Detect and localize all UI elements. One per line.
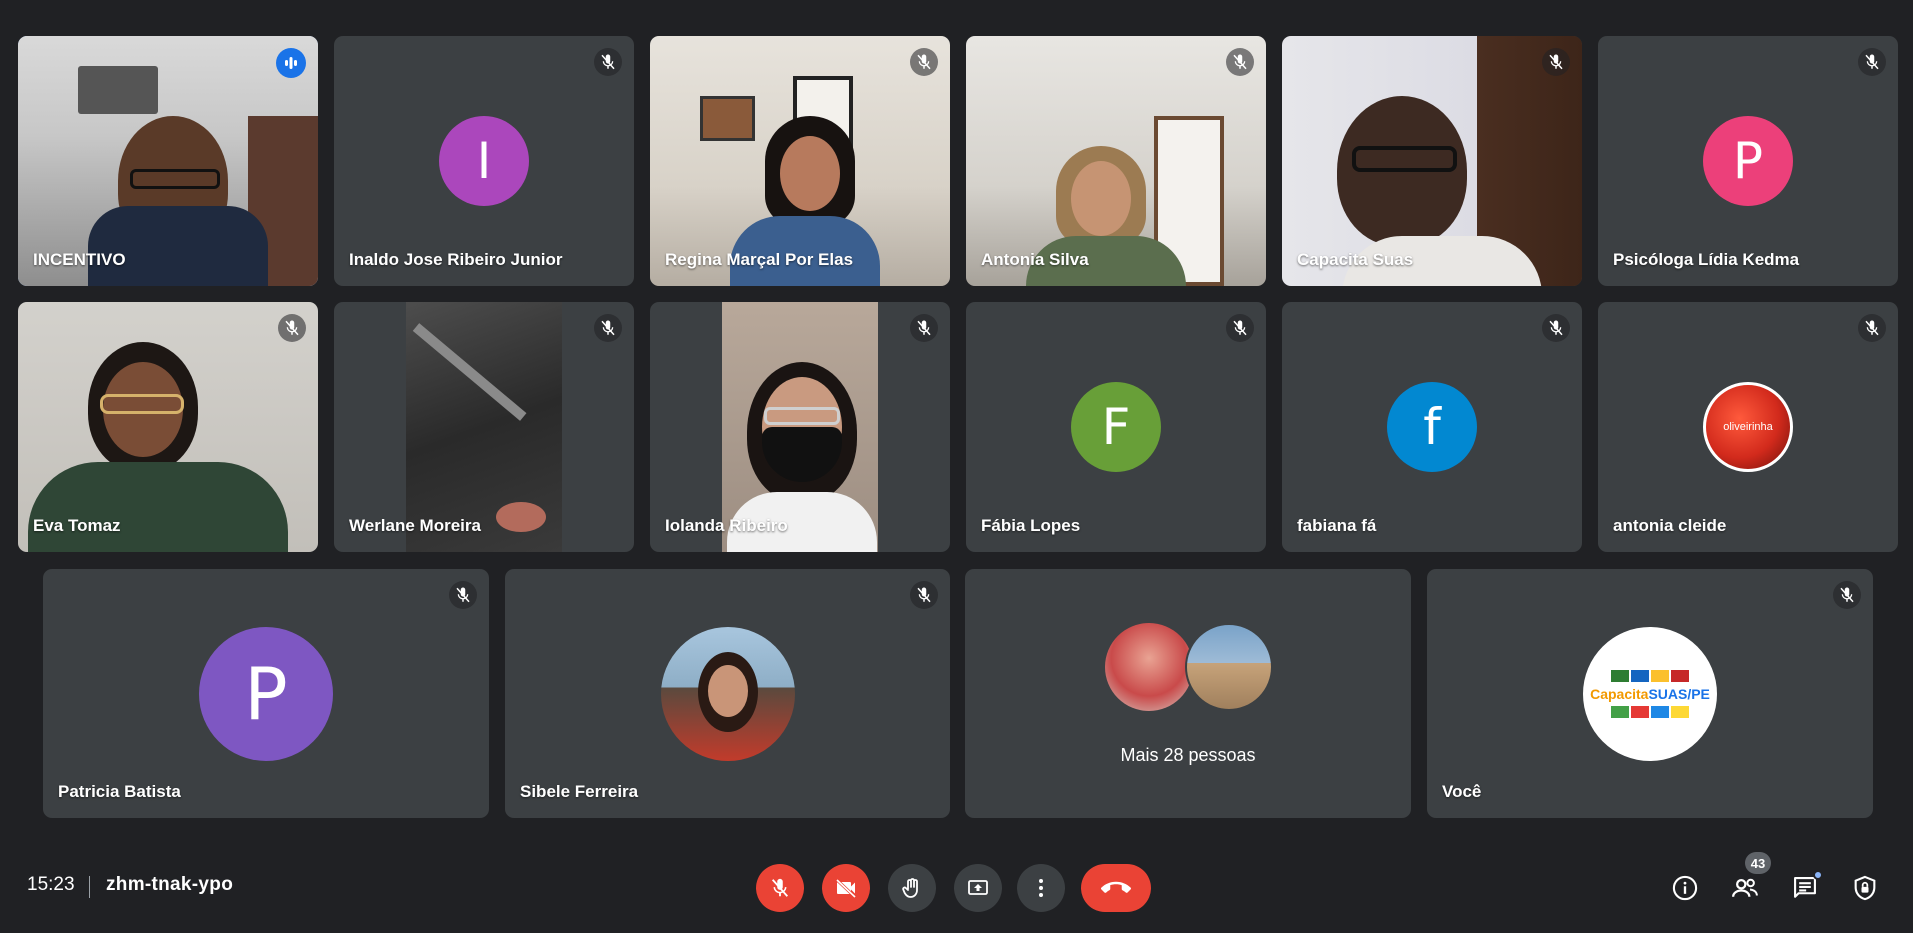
mic-off-icon bbox=[449, 581, 477, 609]
participant-video bbox=[1282, 36, 1582, 286]
participant-name: Inaldo Jose Ribeiro Junior bbox=[349, 250, 563, 269]
participant-name: Antonia Silva bbox=[981, 250, 1089, 269]
participant-name: Regina Marçal Por Elas bbox=[665, 250, 854, 269]
avatar bbox=[1185, 623, 1273, 711]
more-participants-tile[interactable]: Mais 28 pessoas bbox=[965, 569, 1411, 818]
mic-off-icon bbox=[1858, 314, 1886, 342]
more-participants-label: Mais 28 pessoas bbox=[1120, 745, 1256, 765]
avatar: I bbox=[439, 116, 529, 206]
present-screen-button[interactable] bbox=[954, 864, 1002, 912]
avatar: oliveirinha bbox=[1703, 382, 1793, 472]
participant-video bbox=[722, 302, 878, 552]
avatar: CapacitaSUAS/PE bbox=[1583, 626, 1717, 761]
participant-name: Iolanda Ribeiro bbox=[665, 516, 788, 535]
participant-tile-psicologa[interactable]: P Psicóloga Lídia Kedma bbox=[1598, 36, 1898, 286]
avatar: f bbox=[1387, 382, 1477, 472]
mic-off-icon bbox=[1833, 581, 1861, 609]
avatar bbox=[1105, 623, 1193, 711]
host-controls-icon bbox=[1854, 875, 1876, 901]
mic-off-icon bbox=[1858, 48, 1886, 76]
meeting-details-button[interactable] bbox=[1667, 870, 1703, 906]
participant-video bbox=[18, 302, 318, 552]
mic-off-icon bbox=[910, 314, 938, 342]
participant-name: INCENTIVO bbox=[33, 250, 126, 269]
participant-tile-antonia-cleide[interactable]: oliveirinha antonia cleide bbox=[1598, 302, 1898, 552]
mic-off-icon bbox=[278, 314, 306, 342]
participant-tile-werlane[interactable]: Werlane Moreira bbox=[334, 302, 634, 552]
participant-name: Fábia Lopes bbox=[981, 516, 1081, 535]
participant-tile-iolanda[interactable]: Iolanda Ribeiro bbox=[650, 302, 950, 552]
participant-tile-antonia-silva[interactable]: Antonia Silva bbox=[966, 36, 1266, 286]
mic-off-icon bbox=[769, 877, 791, 899]
participant-name: Eva Tomaz bbox=[33, 516, 121, 535]
mic-toggle-button[interactable] bbox=[756, 864, 804, 912]
speaking-indicator-icon bbox=[276, 48, 306, 78]
participant-tile-sibele[interactable]: Sibele Ferreira bbox=[505, 569, 950, 818]
meeting-time: 15:23 bbox=[27, 874, 75, 895]
participant-tile-fabia[interactable]: F Fábia Lopes bbox=[966, 302, 1266, 552]
participant-video bbox=[18, 36, 318, 286]
mic-off-icon bbox=[910, 48, 938, 76]
meeting-code: zhm-tnak-ypo bbox=[106, 874, 234, 895]
participant-tile-capacita[interactable]: Capacita Suas bbox=[1282, 36, 1582, 286]
participant-name: Você bbox=[1442, 782, 1482, 801]
leave-call-button[interactable] bbox=[1081, 864, 1151, 912]
avatar-text: oliveirinha bbox=[1723, 421, 1773, 433]
hang-up-icon bbox=[1101, 881, 1131, 893]
participant-name: fabiana fá bbox=[1297, 516, 1377, 535]
chat-notification-dot bbox=[1813, 870, 1823, 880]
participant-name: Psicóloga Lídia Kedma bbox=[1613, 250, 1800, 269]
people-count-badge: 43 bbox=[1745, 852, 1771, 874]
participant-name: antonia cleide bbox=[1613, 516, 1727, 535]
camera-toggle-button[interactable] bbox=[822, 864, 870, 912]
mic-off-icon bbox=[1226, 314, 1254, 342]
participant-name: Capacita Suas bbox=[1297, 250, 1414, 269]
raise-hand-button[interactable] bbox=[888, 864, 936, 912]
participant-name: Sibele Ferreira bbox=[520, 782, 639, 801]
more-options-icon bbox=[1039, 879, 1043, 897]
mic-off-icon bbox=[910, 581, 938, 609]
logo-text: SUAS/PE bbox=[1648, 685, 1710, 702]
participant-tile-fabiana[interactable]: f fabiana fá bbox=[1282, 302, 1582, 552]
raise-hand-icon bbox=[902, 878, 918, 898]
participant-video bbox=[966, 36, 1266, 286]
more-options-button[interactable] bbox=[1017, 864, 1065, 912]
mic-off-icon bbox=[1226, 48, 1254, 76]
host-controls-button[interactable] bbox=[1847, 870, 1883, 906]
avatar bbox=[660, 626, 795, 761]
participant-tile-voce[interactable]: CapacitaSUAS/PE Você bbox=[1427, 569, 1873, 818]
participant-video bbox=[650, 36, 950, 286]
avatar: P bbox=[1703, 116, 1793, 206]
avatar: P bbox=[199, 626, 333, 761]
mic-off-icon bbox=[594, 314, 622, 342]
camera-off-icon bbox=[835, 878, 857, 899]
participant-video bbox=[406, 302, 562, 552]
present-screen-icon bbox=[968, 880, 988, 895]
participant-tile-inaldo[interactable]: I Inaldo Jose Ribeiro Junior bbox=[334, 36, 634, 286]
mic-off-icon bbox=[594, 48, 622, 76]
mic-off-icon bbox=[1542, 48, 1570, 76]
participant-name: Patricia Batista bbox=[58, 782, 181, 801]
participant-tile-incentivo[interactable]: INCENTIVO bbox=[18, 36, 318, 286]
mic-off-icon bbox=[1542, 314, 1570, 342]
participant-tile-eva[interactable]: Eva Tomaz bbox=[18, 302, 318, 552]
divider bbox=[89, 876, 90, 898]
participant-tile-regina[interactable]: Regina Marçal Por Elas bbox=[650, 36, 950, 286]
participant-name: Werlane Moreira bbox=[349, 516, 481, 535]
people-button[interactable] bbox=[1727, 870, 1763, 906]
logo-text: Capacita bbox=[1590, 685, 1649, 702]
avatar: F bbox=[1071, 382, 1161, 472]
people-icon bbox=[1732, 878, 1758, 897]
participant-tile-patricia[interactable]: P Patricia Batista bbox=[43, 569, 489, 818]
info-icon bbox=[1672, 875, 1698, 901]
